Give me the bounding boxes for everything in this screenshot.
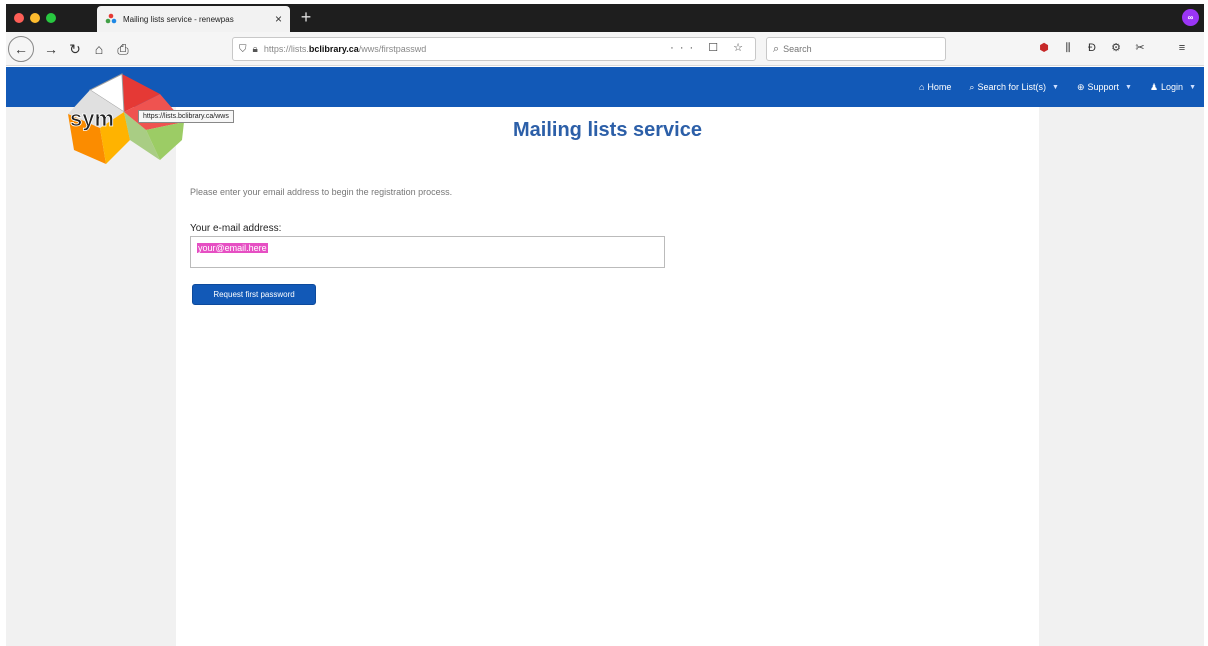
nav-support[interactable]: ⊕ Support ▼ [1077, 82, 1132, 93]
nav-search-label: Search for List(s) [977, 82, 1046, 92]
browser-toolbar: ← → ↻ ⌂ ⎙ ⛉ 🔒︎ https://lists.bclibrary.c… [6, 32, 1204, 66]
left-margin [6, 107, 176, 646]
close-window-button[interactable] [14, 13, 24, 23]
new-tab-button[interactable]: + [296, 7, 316, 27]
url-domain: bclibrary.ca [308, 44, 359, 54]
home-icon[interactable]: ⌂ [88, 38, 110, 60]
request-first-password-button[interactable]: Request first password [192, 284, 316, 305]
extension-puzzle-icon[interactable]: ✂ [1132, 40, 1148, 56]
forward-button[interactable]: → [40, 38, 62, 60]
intro-text: Please enter your email address to begin… [190, 187, 453, 197]
tab-close-icon[interactable]: × [275, 12, 282, 26]
email-field[interactable]: your@email.here [190, 236, 665, 268]
home-icon: ⌂ [918, 82, 925, 92]
browser-search-bar[interactable]: ⌕ [766, 37, 946, 61]
url-protocol: https://lists. [263, 44, 309, 54]
nav-home[interactable]: ⌂ Home [919, 82, 951, 92]
extension-gear-icon[interactable]: ⚙ [1108, 40, 1124, 56]
email-value: your@email.here [197, 243, 268, 253]
chevron-down-icon: ▼ [1189, 83, 1196, 91]
extension-d-icon[interactable]: Ð [1084, 40, 1100, 56]
page-title: Mailing lists service [513, 119, 702, 141]
minimize-window-button[interactable] [30, 13, 40, 23]
back-button[interactable]: ← [8, 36, 34, 62]
browser-search-input[interactable] [783, 44, 924, 54]
profile-badge-icon[interactable]: ∞ [1182, 9, 1199, 26]
page-actions[interactable]: ··· ☐ ☆ [670, 41, 749, 54]
print-icon[interactable]: ⎙ [112, 38, 134, 60]
nav-support-label: Support [1087, 82, 1120, 92]
maximize-window-button[interactable] [46, 13, 56, 23]
lock-icon[interactable]: 🔒︎ [253, 44, 258, 55]
nav-login[interactable]: ♟ Login ▼ [1150, 82, 1196, 93]
browser-tab[interactable]: Mailing lists service - renewpas × [97, 6, 290, 32]
sympa-favicon-icon [105, 13, 117, 24]
chevron-down-icon: ▼ [1052, 83, 1059, 91]
tab-bar: Mailing lists service - renewpas × + ∞ [6, 4, 1204, 32]
search-icon: ⌕ [969, 81, 975, 92]
search-icon: ⌕ [773, 42, 780, 55]
nav-search-lists[interactable]: ⌕ Search for List(s) ▼ [969, 82, 1059, 93]
tracking-shield-icon[interactable]: ⛉ [239, 44, 247, 55]
support-icon: ⊕ [1076, 81, 1085, 92]
url-text: https://lists.bclibrary.ca/wws/firstpass… [264, 44, 426, 54]
chevron-down-icon: ▼ [1125, 83, 1132, 91]
browser-window: Mailing lists service - renewpas × + ∞ ←… [6, 4, 1204, 646]
nav-home-label: Home [927, 82, 952, 92]
nav-login-label: Login [1161, 82, 1184, 92]
reload-icon[interactable]: ↻ [64, 38, 86, 60]
right-margin [1039, 107, 1204, 646]
menu-icon[interactable]: ≡ [1174, 40, 1190, 56]
link-tooltip: https://lists.bclibrary.ca/wws [138, 110, 234, 123]
logo-text: sym [70, 106, 114, 131]
email-label: Your e-mail address: [190, 223, 282, 234]
library-icon[interactable]: ⫼ [1060, 40, 1076, 56]
user-icon: ♟ [1149, 81, 1159, 92]
tab-title: Mailing lists service - renewpas [123, 14, 234, 24]
main-content: Mailing lists service Please enter your … [176, 107, 1039, 646]
ublock-icon[interactable]: ⬢ [1036, 40, 1052, 56]
url-path: /wws/firstpasswd [358, 44, 427, 54]
address-bar[interactable]: ⛉ 🔒︎ https://lists.bclibrary.ca/wws/firs… [232, 37, 756, 61]
